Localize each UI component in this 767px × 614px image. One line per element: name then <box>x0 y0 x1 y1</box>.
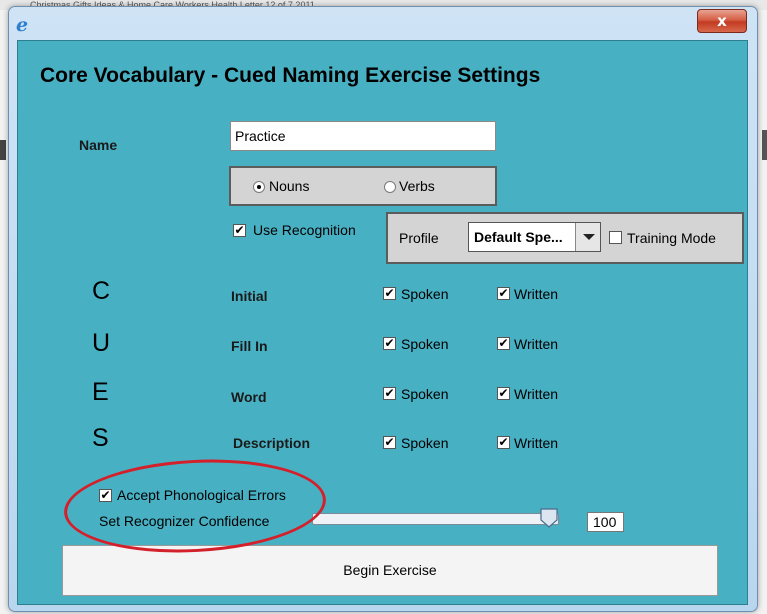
confidence-slider-track[interactable] <box>312 513 559 525</box>
written-label[interactable]: Written <box>514 435 558 451</box>
description-written-checkbox[interactable]: ✔ <box>497 436 510 449</box>
cue-row-label: Fill In <box>231 338 268 354</box>
profile-dropdown[interactable]: Default Spe... <box>468 222 601 252</box>
background-edge-mark <box>762 130 767 160</box>
accept-phonological-label[interactable]: Accept Phonological Errors <box>117 487 286 503</box>
cue-row-label: Description <box>233 435 311 451</box>
cues-letter: U <box>92 329 111 357</box>
confidence-slider-thumb[interactable] <box>540 508 558 528</box>
name-label: Name <box>79 137 118 153</box>
fill-in-written-checkbox[interactable]: ✔ <box>497 337 510 350</box>
cues-letter: E <box>92 378 109 406</box>
profile-selected-value: Default Spe... <box>474 229 563 245</box>
written-label[interactable]: Written <box>514 336 558 352</box>
written-label[interactable]: Written <box>514 286 558 302</box>
cues-letter: S <box>92 424 109 452</box>
background-edge-mark <box>0 140 6 160</box>
spoken-label[interactable]: Spoken <box>401 336 448 352</box>
confidence-label: Set Recognizer Confidence <box>99 513 270 529</box>
nouns-label[interactable]: Nouns <box>269 178 309 194</box>
accept-phonological-checkbox[interactable]: ✔ <box>99 489 112 502</box>
fill-in-spoken-checkbox[interactable]: ✔ <box>383 337 396 350</box>
verbs-radio[interactable] <box>384 181 396 193</box>
training-mode-label[interactable]: Training Mode <box>627 230 716 246</box>
word-spoken-checkbox[interactable]: ✔ <box>383 387 396 400</box>
written-label[interactable]: Written <box>514 386 558 402</box>
training-mode-checkbox[interactable] <box>609 231 622 244</box>
word-written-checkbox[interactable]: ✔ <box>497 387 510 400</box>
begin-exercise-button[interactable]: Begin Exercise <box>62 545 718 596</box>
nouns-radio[interactable] <box>253 181 265 193</box>
cue-row-label: Initial <box>231 288 268 304</box>
confidence-value[interactable]: 100 <box>587 512 624 532</box>
close-icon: x <box>717 12 727 30</box>
use-recognition-label[interactable]: Use Recognition <box>253 222 356 238</box>
chevron-down-icon[interactable] <box>575 223 600 251</box>
close-button[interactable]: x <box>697 9 747 33</box>
spoken-label[interactable]: Spoken <box>401 286 448 302</box>
name-input[interactable] <box>230 121 496 151</box>
spoken-label[interactable]: Spoken <box>401 386 448 402</box>
cue-row-label: Word <box>231 389 267 405</box>
initial-written-checkbox[interactable]: ✔ <box>497 287 510 300</box>
verbs-label[interactable]: Verbs <box>399 178 435 194</box>
use-recognition-checkbox[interactable]: ✔ <box>233 224 246 237</box>
initial-spoken-checkbox[interactable]: ✔ <box>383 287 396 300</box>
cues-letter: C <box>92 277 111 305</box>
profile-label: Profile <box>399 230 439 246</box>
ie-icon: e <box>16 14 29 36</box>
description-spoken-checkbox[interactable]: ✔ <box>383 436 396 449</box>
spoken-label[interactable]: Spoken <box>401 435 448 451</box>
dialog-title: Core Vocabulary - Cued Naming Exercise S… <box>40 64 541 87</box>
